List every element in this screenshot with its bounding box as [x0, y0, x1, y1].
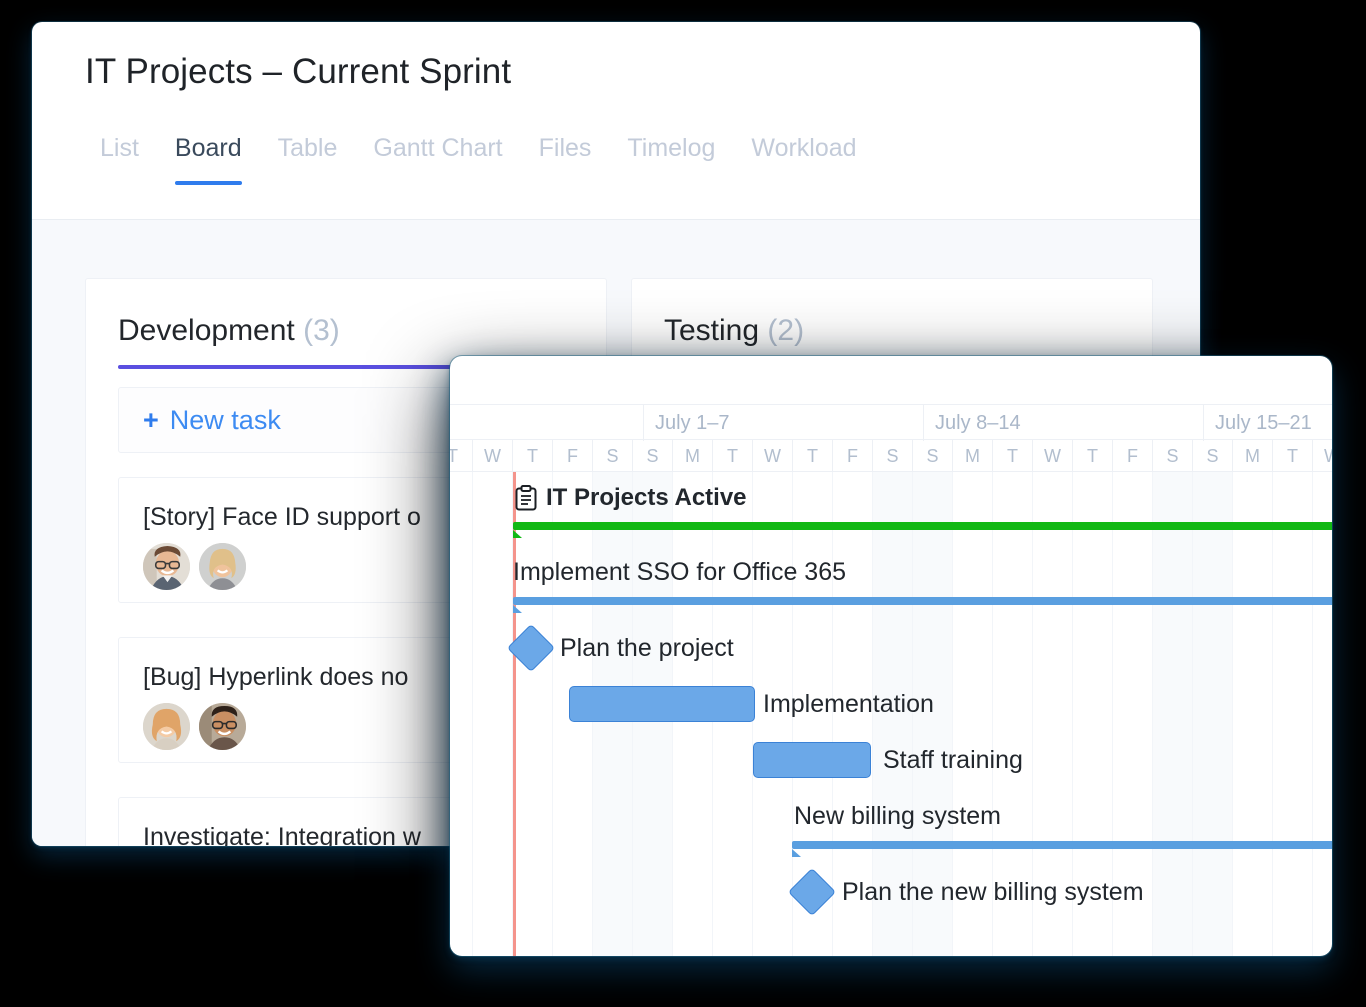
task-card-title: [Story] Face ID support o — [143, 503, 421, 531]
gantt-day-cell: W — [1313, 440, 1332, 472]
column-header-development: Development (3) — [86, 279, 606, 369]
gantt-row-title: IT Projects Active — [546, 484, 747, 511]
gantt-milestone-marker[interactable] — [787, 867, 837, 917]
summary-cap-left — [513, 605, 522, 613]
gantt-day-cell: S — [873, 440, 913, 472]
gantt-day-cell: F — [1113, 440, 1153, 472]
gantt-summary-bar[interactable] — [513, 597, 1332, 613]
gantt-week-header: 24–30 July 1–7 July 8–14 July 15–21 — [450, 404, 1332, 441]
avatar[interactable] — [143, 703, 190, 750]
gantt-day-cell: W — [1033, 440, 1073, 472]
gantt-summary-bar[interactable] — [513, 522, 1332, 538]
gantt-task-bar[interactable] — [753, 742, 871, 778]
column-count: (2) — [767, 314, 805, 347]
tab-gantt-chart[interactable]: Gantt Chart — [355, 134, 520, 185]
gantt-row[interactable]: Plan the project — [450, 620, 1332, 676]
column-count: (3) — [303, 314, 340, 347]
gantt-summary-bar[interactable] — [792, 841, 1332, 857]
gantt-day-cell: T — [1073, 440, 1113, 472]
gantt-day-cell: W — [753, 440, 793, 472]
screenshot-stage: IT Projects – Current Sprint List Board … — [0, 0, 1366, 1007]
gantt-day-cell: S — [913, 440, 953, 472]
gantt-row[interactable]: Implement SSO for Office 365 — [450, 546, 1332, 620]
gantt-day-cell: T — [450, 440, 473, 472]
column-header-testing: Testing (2) — [632, 279, 1152, 369]
avatar[interactable] — [143, 543, 190, 590]
gantt-row-label: Implementation — [763, 690, 934, 719]
gantt-day-cell: M — [1233, 440, 1273, 472]
gantt-row-title: Implementation — [763, 690, 934, 718]
assignee-avatars — [143, 543, 246, 590]
plus-icon: + — [143, 404, 159, 435]
gantt-row-label: New billing system — [794, 802, 1001, 831]
week-label: July 15–21 — [1204, 405, 1332, 441]
avatar[interactable] — [199, 543, 246, 590]
gantt-day-cell: F — [553, 440, 593, 472]
gantt-row[interactable]: New billing system — [450, 788, 1332, 862]
gantt-day-cell: M — [953, 440, 993, 472]
summary-cap-left — [792, 849, 801, 857]
clipboard-icon — [515, 485, 537, 511]
week-label: July 1–7 — [644, 405, 924, 441]
gantt-row[interactable]: IT Projects Active — [450, 472, 1332, 546]
gantt-day-cell: S — [1193, 440, 1233, 472]
gantt-row[interactable]: Plan the new billing system — [450, 862, 1332, 918]
gantt-row-label: IT Projects Active — [515, 484, 747, 512]
gantt-day-cell: S — [633, 440, 673, 472]
assignee-avatars — [143, 703, 246, 750]
gantt-day-cell: T — [993, 440, 1033, 472]
gantt-day-cell: T — [713, 440, 753, 472]
new-task-label: New task — [169, 404, 281, 435]
column-title: Testing — [664, 314, 760, 347]
gantt-row[interactable]: Staff training — [450, 732, 1332, 788]
task-card-title: [Bug] Hyperlink does no — [143, 663, 409, 691]
week-label: 24–30 — [450, 405, 644, 441]
tab-files[interactable]: Files — [521, 134, 610, 185]
column-title: Development — [118, 314, 295, 347]
gantt-row-label: Staff training — [883, 746, 1023, 775]
gantt-row-label: Plan the project — [560, 634, 734, 663]
gantt-row-title: New billing system — [794, 802, 1002, 830]
gantt-chart: 24–30 July 1–7 July 8–14 July 15–21 TWTF… — [450, 356, 1332, 956]
gantt-row-title: Staff training — [883, 746, 1023, 774]
gantt-row-label: Implement SSO for Office 365 — [513, 558, 846, 587]
gantt-row-title: Plan the project — [560, 634, 734, 662]
task-card-title: Investigate: Integration w — [143, 823, 421, 846]
page-title: IT Projects – Current Sprint — [85, 52, 512, 91]
gantt-grid: IT Projects Active Implement SSO for Off… — [450, 472, 1332, 956]
gantt-day-cell: T — [1273, 440, 1313, 472]
gantt-day-cell: T — [793, 440, 833, 472]
week-label: July 8–14 — [924, 405, 1204, 441]
summary-cap-left — [513, 530, 522, 538]
tab-list[interactable]: List — [82, 134, 157, 185]
gantt-row-label: Plan the new billing system — [842, 878, 1144, 907]
gantt-day-cell: S — [593, 440, 633, 472]
gantt-row[interactable]: Implementation — [450, 676, 1332, 732]
tab-table[interactable]: Table — [260, 134, 356, 185]
gantt-milestone-marker[interactable] — [506, 623, 556, 673]
gantt-row-title: Implement SSO for Office 365 — [513, 558, 847, 586]
gantt-day-cell: M — [673, 440, 713, 472]
gantt-task-bar[interactable] — [569, 686, 755, 722]
gantt-day-cell: W — [473, 440, 513, 472]
avatar[interactable] — [199, 703, 246, 750]
gantt-day-cell: F — [833, 440, 873, 472]
gantt-day-cell: T — [513, 440, 553, 472]
gantt-row-title: Plan the new billing system — [842, 878, 1144, 906]
view-tabs: List Board Table Gantt Chart Files Timel… — [82, 134, 875, 185]
gantt-day-cell: S — [1153, 440, 1193, 472]
gantt-window: 24–30 July 1–7 July 8–14 July 15–21 TWTF… — [450, 356, 1332, 956]
tab-board[interactable]: Board — [157, 134, 260, 185]
tab-workload[interactable]: Workload — [733, 134, 874, 185]
tab-timelog[interactable]: Timelog — [609, 134, 733, 185]
gantt-day-header: TWTFSSMTWTFSSMTWTFSSMTW — [450, 440, 1332, 472]
